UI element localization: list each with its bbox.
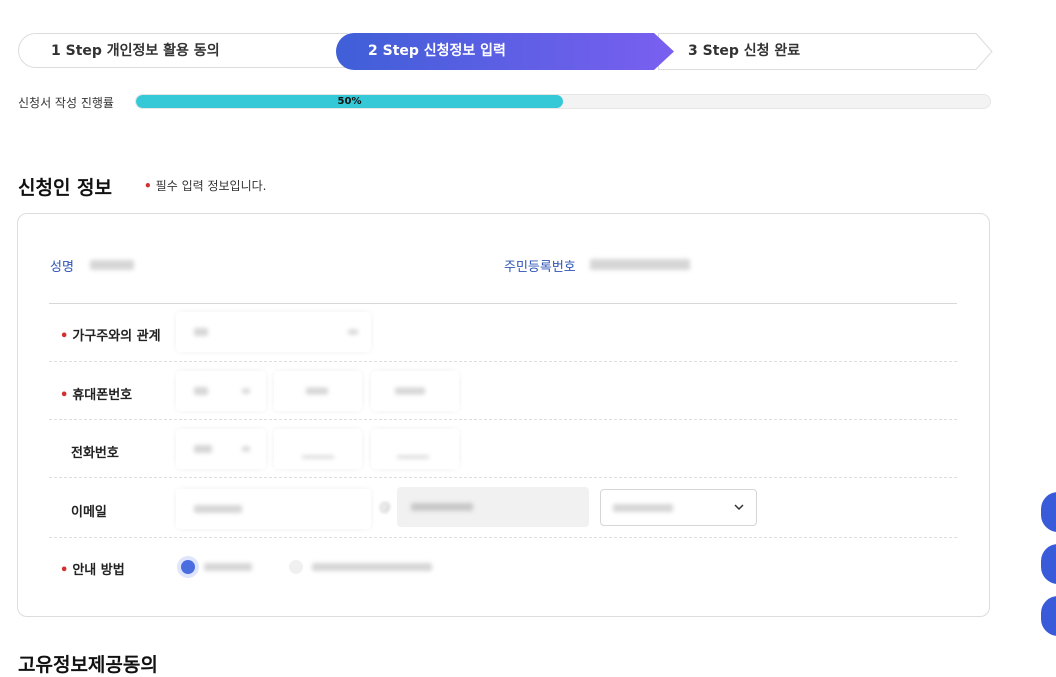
email-domain-select[interactable] bbox=[600, 489, 757, 526]
row-label-notify-method: • 안내 방법 bbox=[60, 559, 125, 578]
progress-value: 50% bbox=[337, 96, 362, 107]
mobile-middle-redacted bbox=[306, 387, 328, 395]
step-3-label: 3 Step 신청 완료 bbox=[688, 43, 801, 59]
name-label: 성명 bbox=[50, 260, 74, 275]
form-progress: 신청서 작성 진행률 50% bbox=[18, 93, 993, 111]
progress-label: 신청서 작성 진행률 bbox=[18, 96, 114, 110]
row-label-relationship: • 가구주와의 관계 bbox=[60, 325, 161, 344]
row-label-text: 가구주와의 관계 bbox=[72, 329, 161, 344]
required-note: • 필수 입력 정보입니다. bbox=[144, 177, 266, 194]
step-2-active: 2 Step 신청정보 입력 bbox=[336, 33, 696, 70]
phone-middle-redacted bbox=[302, 455, 334, 459]
progress-fill: 50% bbox=[136, 95, 563, 108]
email-domain-input[interactable] bbox=[397, 487, 589, 527]
notify-option-1-label-redacted bbox=[204, 563, 252, 571]
required-mark: • bbox=[60, 329, 69, 344]
floating-button-1[interactable] bbox=[1041, 492, 1056, 532]
card-divider bbox=[49, 303, 957, 304]
step-1-label: 1 Step 개인정보 활용 동의 bbox=[51, 43, 220, 59]
relationship-value-redacted bbox=[194, 328, 208, 336]
mobile-prefix-caret-redacted bbox=[242, 388, 250, 394]
relationship-select[interactable] bbox=[176, 312, 371, 352]
mobile-last-redacted bbox=[395, 387, 425, 395]
row-label-mobile: • 휴대폰번호 bbox=[60, 384, 132, 403]
phone-prefix-redacted bbox=[194, 445, 212, 453]
rrn-label: 주민등록번호 bbox=[504, 260, 576, 275]
row-divider bbox=[49, 477, 957, 478]
next-section-title: 고유정보제공동의 bbox=[18, 654, 158, 676]
step-1: 1 Step 개인정보 활용 동의 bbox=[18, 33, 348, 68]
relationship-caret-redacted bbox=[348, 329, 358, 335]
required-note-text: 필수 입력 정보입니다. bbox=[155, 179, 267, 193]
floating-button-2[interactable] bbox=[1041, 544, 1056, 584]
step-progress-nav: 3 Step 신청 완료 1 Step 개인정보 활용 동의 2 Step 신청… bbox=[18, 33, 993, 70]
row-label-email: 이메일 bbox=[71, 505, 107, 520]
email-domain-select-redacted bbox=[613, 504, 673, 512]
step-3: 3 Step 신청 완료 bbox=[658, 33, 993, 70]
phone-prefix-caret-redacted bbox=[242, 446, 250, 452]
row-divider bbox=[49, 361, 957, 362]
email-id-redacted bbox=[194, 505, 242, 513]
phone-middle-input[interactable] bbox=[274, 429, 362, 469]
floating-button-3[interactable] bbox=[1041, 596, 1056, 636]
step-2-label: 2 Step 신청정보 입력 bbox=[368, 43, 506, 59]
mobile-last-input[interactable] bbox=[371, 371, 459, 411]
progress-track: 50% bbox=[135, 94, 991, 109]
notify-radio-option-1[interactable] bbox=[181, 560, 195, 574]
section-title: 신청인 정보 bbox=[18, 177, 113, 199]
chevron-down-icon bbox=[734, 504, 744, 511]
email-domain-redacted bbox=[411, 503, 473, 511]
email-id-input[interactable] bbox=[176, 489, 371, 529]
row-label-text: 안내 방법 bbox=[72, 563, 125, 578]
required-mark: • bbox=[144, 179, 152, 193]
phone-last-input[interactable] bbox=[371, 429, 459, 469]
required-mark: • bbox=[60, 388, 69, 403]
email-at-symbol: @ bbox=[379, 500, 391, 514]
row-label-text: 휴대폰번호 bbox=[72, 388, 133, 403]
notify-radio-option-2[interactable] bbox=[289, 560, 303, 574]
phone-last-redacted bbox=[397, 455, 429, 459]
mobile-middle-input[interactable] bbox=[274, 371, 362, 411]
mobile-prefix-redacted bbox=[194, 387, 208, 395]
notify-option-2-label-redacted bbox=[312, 563, 432, 571]
phone-prefix-select[interactable] bbox=[176, 429, 266, 469]
row-divider bbox=[49, 537, 957, 538]
required-mark: • bbox=[60, 563, 69, 578]
mobile-prefix-select[interactable] bbox=[176, 371, 266, 411]
row-divider bbox=[49, 419, 957, 420]
name-value-redacted bbox=[90, 260, 134, 270]
rrn-value-redacted bbox=[590, 259, 690, 270]
row-label-phone: 전화번호 bbox=[71, 446, 119, 461]
